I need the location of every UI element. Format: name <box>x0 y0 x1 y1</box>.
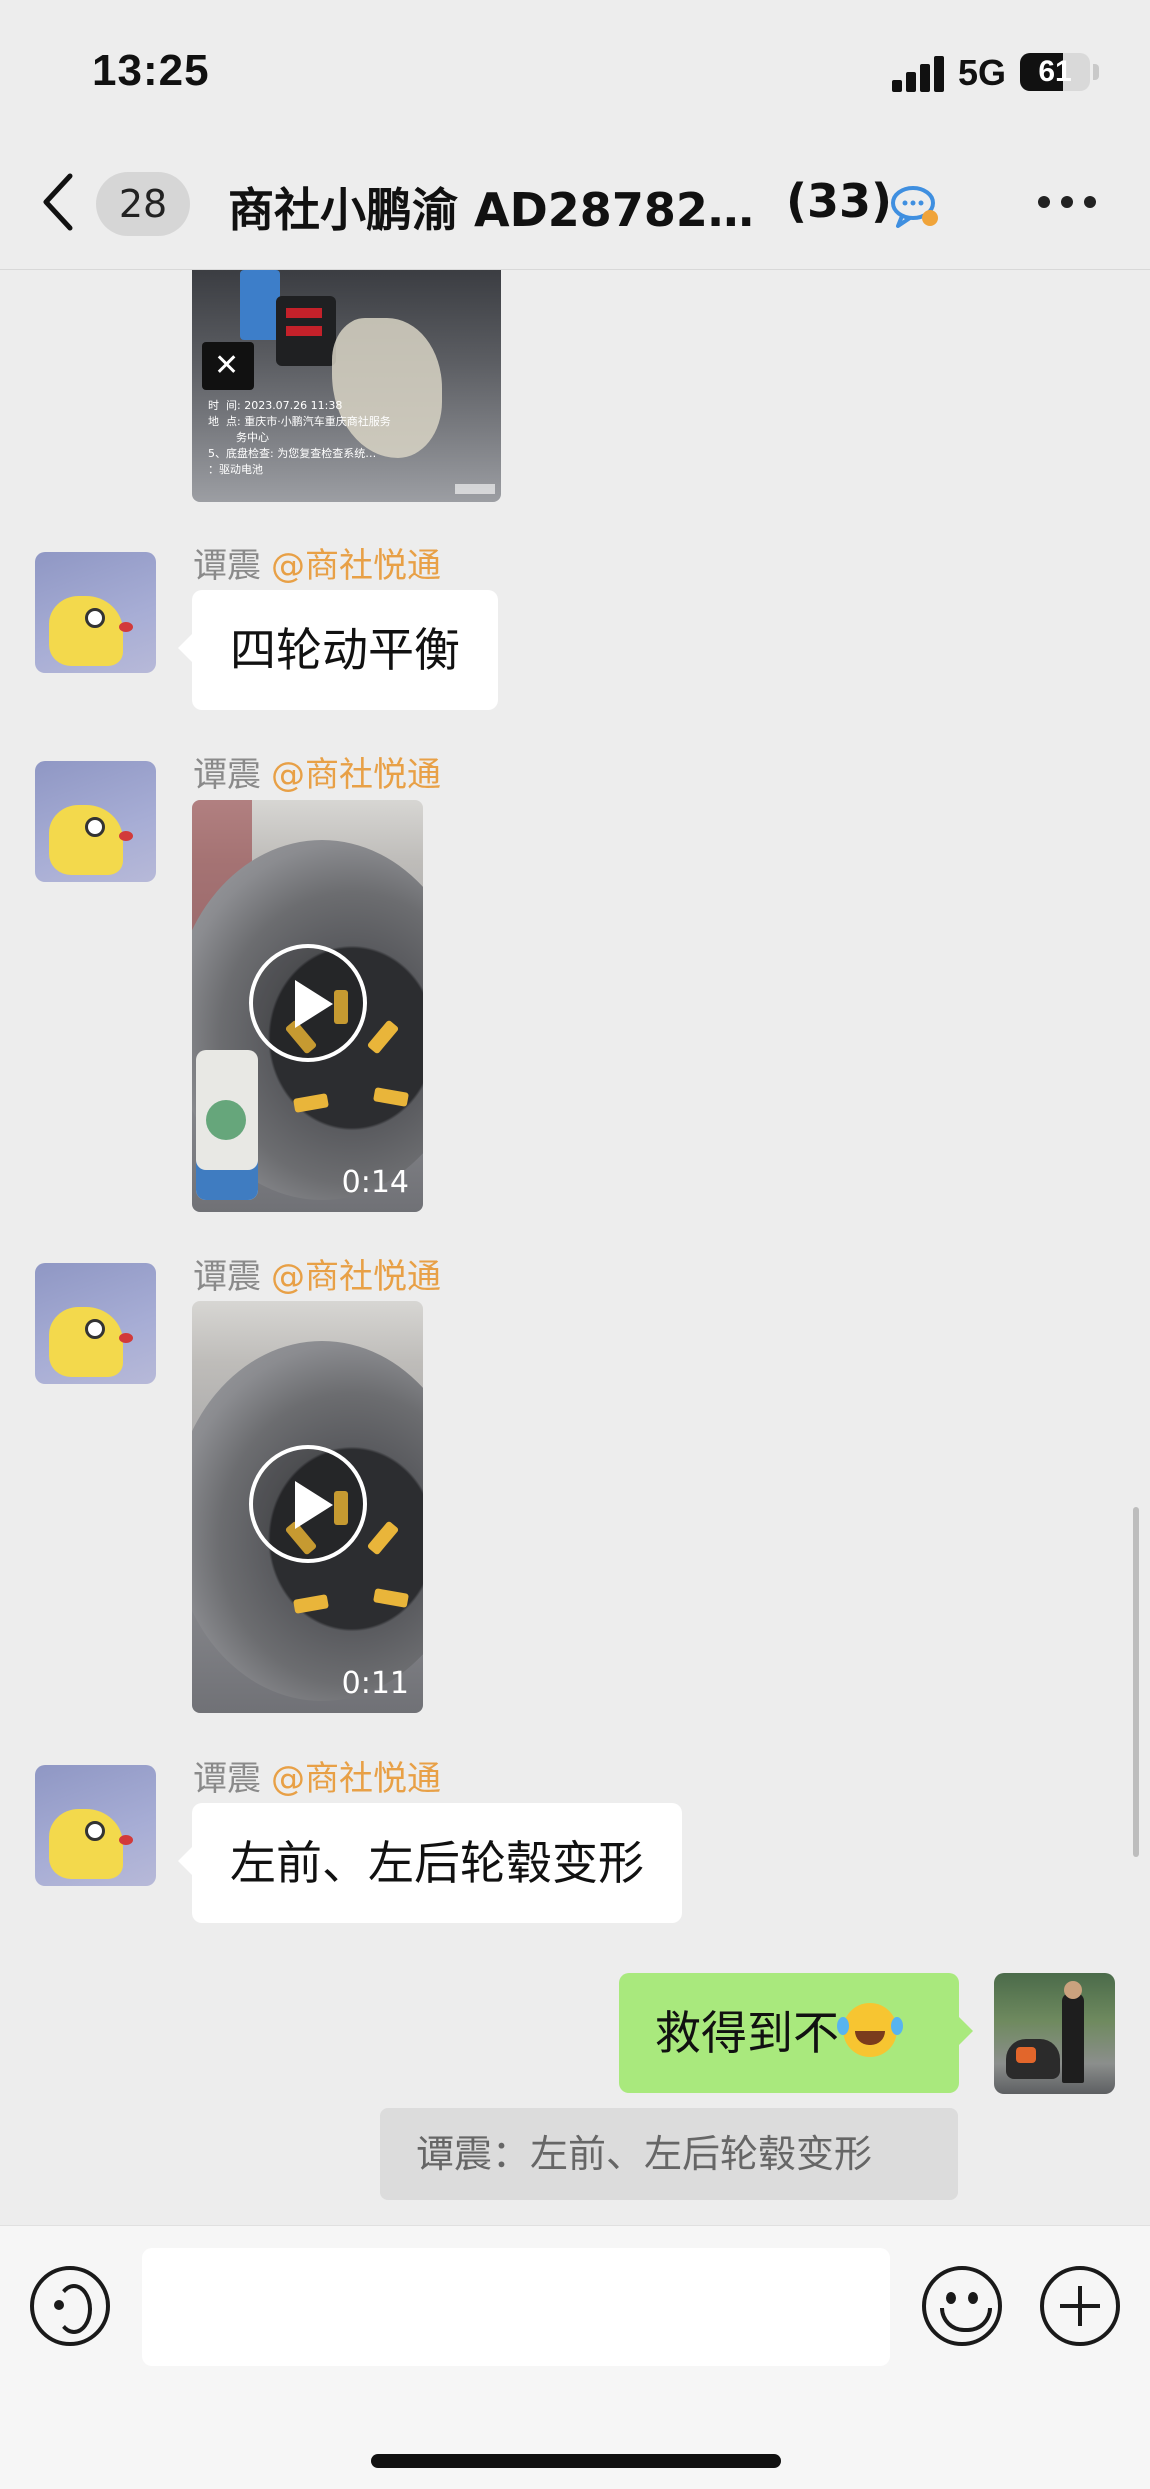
xpeng-logo-icon <box>202 342 254 390</box>
self-message-bubble[interactable]: 救得到不 <box>619 1973 973 2093</box>
play-icon[interactable] <box>249 944 367 1062</box>
sender-line: 谭震 @商社悦通 <box>193 747 441 796</box>
avatar[interactable] <box>35 1263 156 1384</box>
message-bubble[interactable]: 四轮动平衡 <box>178 590 498 710</box>
video-message[interactable]: 0:11 <box>192 1301 423 1713</box>
network-type: 5G <box>958 52 1007 93</box>
play-icon[interactable] <box>249 1445 367 1563</box>
video-message[interactable]: 0:14 <box>192 800 423 1212</box>
scrollbar[interactable] <box>1133 1507 1139 1857</box>
group-title: 商社小鹏渝 AD28782… <box>228 183 754 237</box>
sender-name: 谭震 <box>193 546 261 586</box>
more-dots-icon[interactable] <box>1032 190 1102 214</box>
status-time: 13:25 <box>92 46 210 95</box>
image-message[interactable]: 时 间: 2023.07.26 11:38 地 点: 重庆市·小鹏汽车重庆商社服… <box>192 270 501 502</box>
mention[interactable]: @商社悦通 <box>271 755 441 795</box>
signal-icon <box>892 56 946 92</box>
home-indicator[interactable] <box>371 2454 781 2468</box>
member-count: (33) <box>786 174 893 228</box>
mention[interactable]: @商社悦通 <box>271 546 441 586</box>
sender-name: 谭震 <box>193 1759 261 1799</box>
chevron-left-icon[interactable] <box>40 172 76 232</box>
battery-cap <box>1093 64 1099 80</box>
avatar[interactable] <box>35 552 156 673</box>
battery-icon: 61 <box>1020 53 1090 91</box>
video-duration: 0:11 <box>341 1666 409 1701</box>
sender-line: 谭震 @商社悦通 <box>193 538 441 587</box>
mention[interactable]: @商社悦通 <box>271 1257 441 1297</box>
voice-icon[interactable] <box>30 2266 110 2346</box>
image-caption: 时 间: 2023.07.26 11:38 地 点: 重庆市·小鹏汽车重庆商社服… <box>208 399 391 476</box>
message-input[interactable] <box>142 2248 890 2366</box>
message-list[interactable]: 时 间: 2023.07.26 11:38 地 点: 重庆市·小鹏汽车重庆商社服… <box>0 270 1150 2225</box>
chat-bubble-icon[interactable] <box>888 178 944 234</box>
plus-icon[interactable] <box>1040 2266 1120 2346</box>
emoji-icon[interactable] <box>922 2266 1002 2346</box>
watermark <box>455 484 495 494</box>
input-bar <box>0 2225 1150 2489</box>
avatar[interactable] <box>35 1765 156 1886</box>
quoted-reply[interactable]: 谭震：左前、左后轮毂变形 <box>380 2108 958 2200</box>
self-message-text: 救得到不 <box>655 2006 839 2060</box>
mention[interactable]: @商社悦通 <box>271 1759 441 1799</box>
laughing-emoji-icon <box>837 2003 897 2057</box>
sender-line: 谭震 @商社悦通 <box>193 1249 441 1298</box>
chat-header: 28 商社小鹏渝 AD28782… (33) <box>0 150 1150 270</box>
spray-can <box>240 270 280 340</box>
sender-name: 谭震 <box>193 1257 261 1297</box>
video-duration: 0:14 <box>341 1165 409 1200</box>
avatar[interactable] <box>35 761 156 882</box>
unread-count-badge[interactable]: 28 <box>96 172 190 236</box>
battery-level: 61 <box>1038 55 1072 88</box>
self-avatar[interactable] <box>994 1973 1115 2094</box>
sender-line: 谭震 @商社悦通 <box>193 1751 441 1800</box>
status-bar: 13:25 5G 61 <box>0 0 1150 150</box>
message-bubble[interactable]: 左前、左后轮毂变形 <box>178 1803 682 1923</box>
sender-name: 谭震 <box>193 755 261 795</box>
machine-panel <box>276 296 336 366</box>
